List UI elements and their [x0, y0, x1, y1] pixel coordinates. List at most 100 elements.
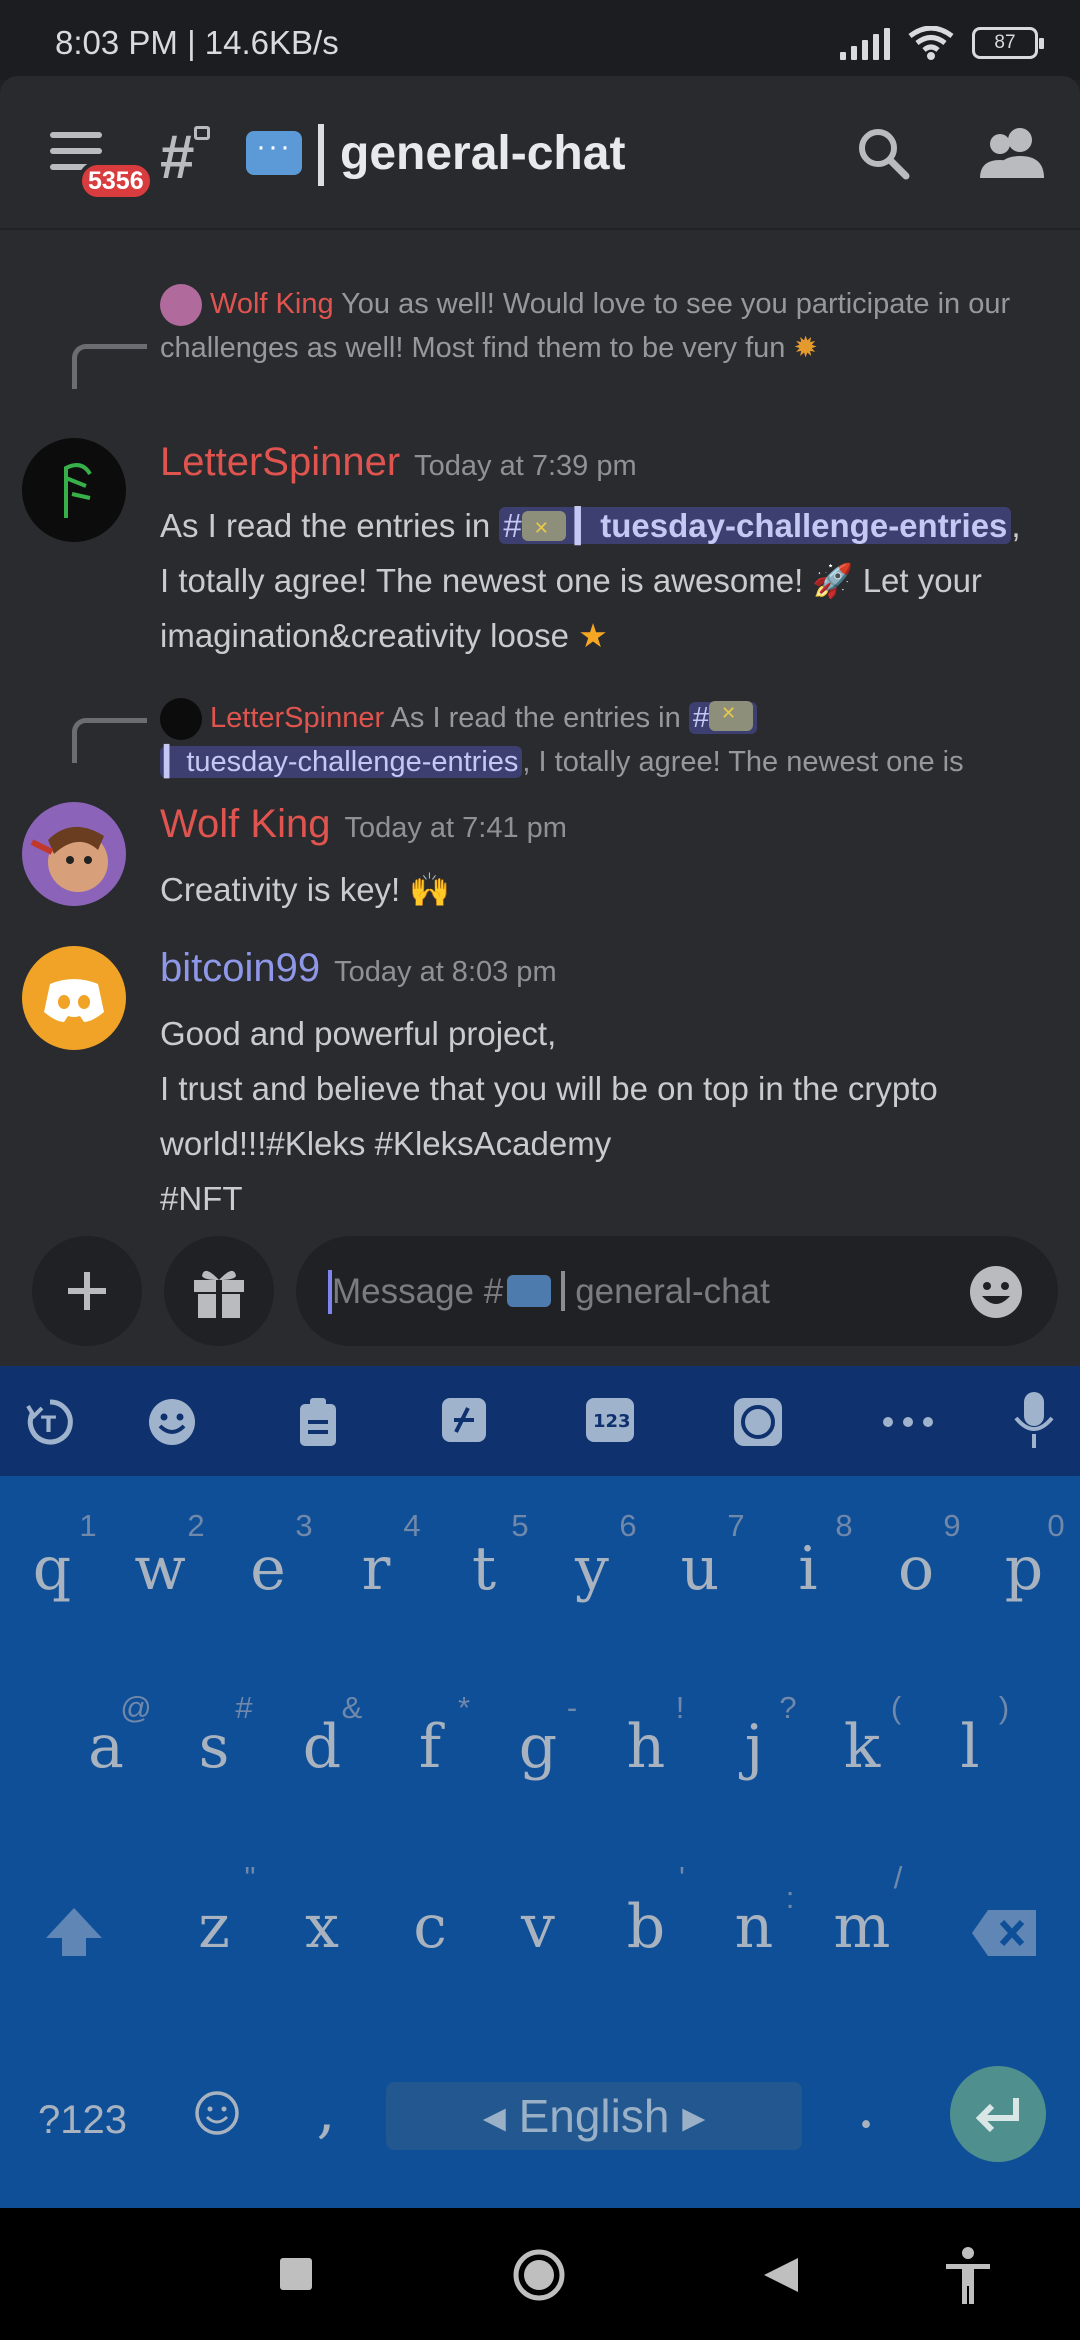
- unread-badge: 5356: [78, 161, 154, 201]
- enter-icon: [975, 2098, 1019, 2133]
- key-v[interactable]: v: [508, 1892, 568, 1962]
- gift-icon: [194, 1270, 244, 1318]
- backspace-icon[interactable]: [970, 1908, 1040, 1958]
- key-r[interactable]: r: [346, 1534, 406, 1604]
- key-hint: /: [893, 1860, 903, 1895]
- system-nav-bar: [0, 2208, 1080, 2340]
- raised-hands-emoji: 🙌: [409, 871, 451, 908]
- timestamp: Today at 8:03 pm: [334, 956, 557, 988]
- key-hint: ': [679, 1860, 685, 1895]
- key-x[interactable]: x: [292, 1892, 352, 1962]
- key-m[interactable]: m: [832, 1892, 892, 1962]
- whatsapp-icon[interactable]: [732, 1396, 784, 1448]
- key-hint: ": [244, 1860, 256, 1895]
- signal-icon: [840, 26, 890, 60]
- search-icon[interactable]: [856, 126, 912, 182]
- key-s[interactable]: s: [184, 1712, 244, 1782]
- reply-connector: [72, 718, 147, 763]
- back-icon[interactable]: [762, 2256, 800, 2294]
- timestamp: Today at 7:39 pm: [414, 450, 637, 482]
- avatar[interactable]: [22, 802, 126, 906]
- message-body: As I read the entries in # ▎tuesday-chal…: [160, 498, 1060, 663]
- emoji-icon[interactable]: [194, 2090, 240, 2136]
- members-icon[interactable]: [980, 124, 1044, 180]
- symbols-key[interactable]: ?123: [38, 2098, 127, 2143]
- key-u[interactable]: u: [670, 1534, 730, 1604]
- channel-mention[interactable]: # ▎tuesday-challenge-entries: [499, 501, 1012, 556]
- text-edit-icon[interactable]: [440, 1396, 488, 1444]
- message-body: Creativity is key! 🙌: [160, 871, 451, 908]
- key-z[interactable]: z: [184, 1892, 244, 1962]
- key-g[interactable]: g: [508, 1712, 568, 1782]
- key-a[interactable]: a: [76, 1712, 136, 1782]
- channel-header: 5356 # ··· general-chat: [0, 76, 1080, 230]
- number-pad-icon[interactable]: 123: [584, 1396, 636, 1444]
- key-p[interactable]: p: [994, 1534, 1054, 1604]
- reply-preview[interactable]: LetterSpinner As I read the entries in #…: [160, 691, 1040, 784]
- avatar: [160, 698, 202, 741]
- reply-preview[interactable]: Wolf King You as well! Would love to see…: [160, 282, 1040, 370]
- channel-hash-icon: #: [160, 123, 195, 192]
- key-e[interactable]: e: [238, 1534, 298, 1604]
- status-icons: 87: [840, 26, 1044, 60]
- key-t[interactable]: t: [454, 1534, 514, 1604]
- key-k[interactable]: k: [832, 1712, 892, 1782]
- message-input[interactable]: Message # general-chat: [296, 1236, 1058, 1346]
- message-author[interactable]: Wolf King Today at 7:41 pm: [160, 802, 567, 847]
- key-n[interactable]: n: [724, 1892, 784, 1962]
- key-d[interactable]: d: [292, 1712, 352, 1782]
- comma-key[interactable]: ,: [296, 2076, 356, 2146]
- shift-icon[interactable]: [42, 1904, 106, 1960]
- svg-text:123: 123: [593, 1411, 631, 1432]
- status-time: 8:03 PM | 14.6KB/s: [55, 24, 339, 61]
- wolf-king-avatar-art: [30, 826, 108, 892]
- enter-button[interactable]: [950, 2066, 1046, 2162]
- discord-app: 5356 # ··· general-chat Wolf King You as…: [0, 76, 1080, 1366]
- key-o[interactable]: o: [886, 1534, 946, 1604]
- key-c[interactable]: c: [400, 1892, 460, 1962]
- emoji-icon[interactable]: [968, 1264, 1024, 1320]
- discord-logo-icon: [44, 979, 104, 1022]
- key-b[interactable]: b: [616, 1892, 676, 1962]
- recents-icon[interactable]: [280, 2258, 312, 2290]
- accessibility-icon[interactable]: [944, 2246, 992, 2306]
- home-icon[interactable]: [512, 2248, 566, 2302]
- message-author[interactable]: LetterSpinner Today at 7:39 pm: [160, 440, 637, 485]
- emoji-icon[interactable]: [146, 1396, 198, 1448]
- message-composer: Message # general-chat: [0, 1154, 1080, 1364]
- battery-indicator: 87: [972, 27, 1044, 59]
- star-emoji: ★: [578, 617, 608, 654]
- key-i[interactable]: i: [778, 1534, 838, 1604]
- message-placeholder: Message # general-chat: [332, 1271, 770, 1311]
- key-f[interactable]: f: [400, 1712, 460, 1782]
- add-attachment-button[interactable]: [32, 1236, 142, 1346]
- reply-author: LetterSpinner: [210, 702, 385, 734]
- space-bar[interactable]: ◂ English ▸: [386, 2082, 802, 2150]
- period-key[interactable]: .: [836, 2072, 896, 2142]
- speech-bubble-emoji: ···: [246, 131, 302, 175]
- key-y[interactable]: y: [562, 1534, 622, 1604]
- microphone-icon[interactable]: [1012, 1390, 1056, 1450]
- gift-button[interactable]: [164, 1236, 274, 1346]
- status-bar: 8:03 PM | 14.6KB/s 87: [0, 0, 1080, 80]
- channel-divider: [318, 124, 324, 186]
- key-q[interactable]: q: [22, 1534, 82, 1604]
- avatar[interactable]: [22, 946, 126, 1050]
- plus-icon: [68, 1272, 106, 1310]
- key-l[interactable]: l: [940, 1712, 1000, 1782]
- translate-icon[interactable]: T: [24, 1396, 76, 1448]
- clipboard-icon[interactable]: [296, 1396, 340, 1448]
- wifi-icon: [908, 26, 954, 60]
- message-author[interactable]: bitcoin99 Today at 8:03 pm: [160, 946, 557, 991]
- rocket-emoji: 🚀: [812, 562, 854, 599]
- key-w[interactable]: w: [130, 1534, 190, 1604]
- sun-emoji: ✹: [793, 332, 818, 365]
- keyboard-toolbar: T 123: [0, 1366, 1080, 1476]
- channel-mention[interactable]: ▎tuesday-challenge-entries: [160, 746, 523, 779]
- key-j[interactable]: j: [724, 1712, 784, 1782]
- reply-author: Wolf King: [210, 288, 334, 320]
- avatar[interactable]: [22, 438, 126, 542]
- key-h[interactable]: h: [616, 1712, 676, 1782]
- more-icon[interactable]: [882, 1416, 934, 1428]
- channel-title[interactable]: general-chat: [340, 126, 625, 181]
